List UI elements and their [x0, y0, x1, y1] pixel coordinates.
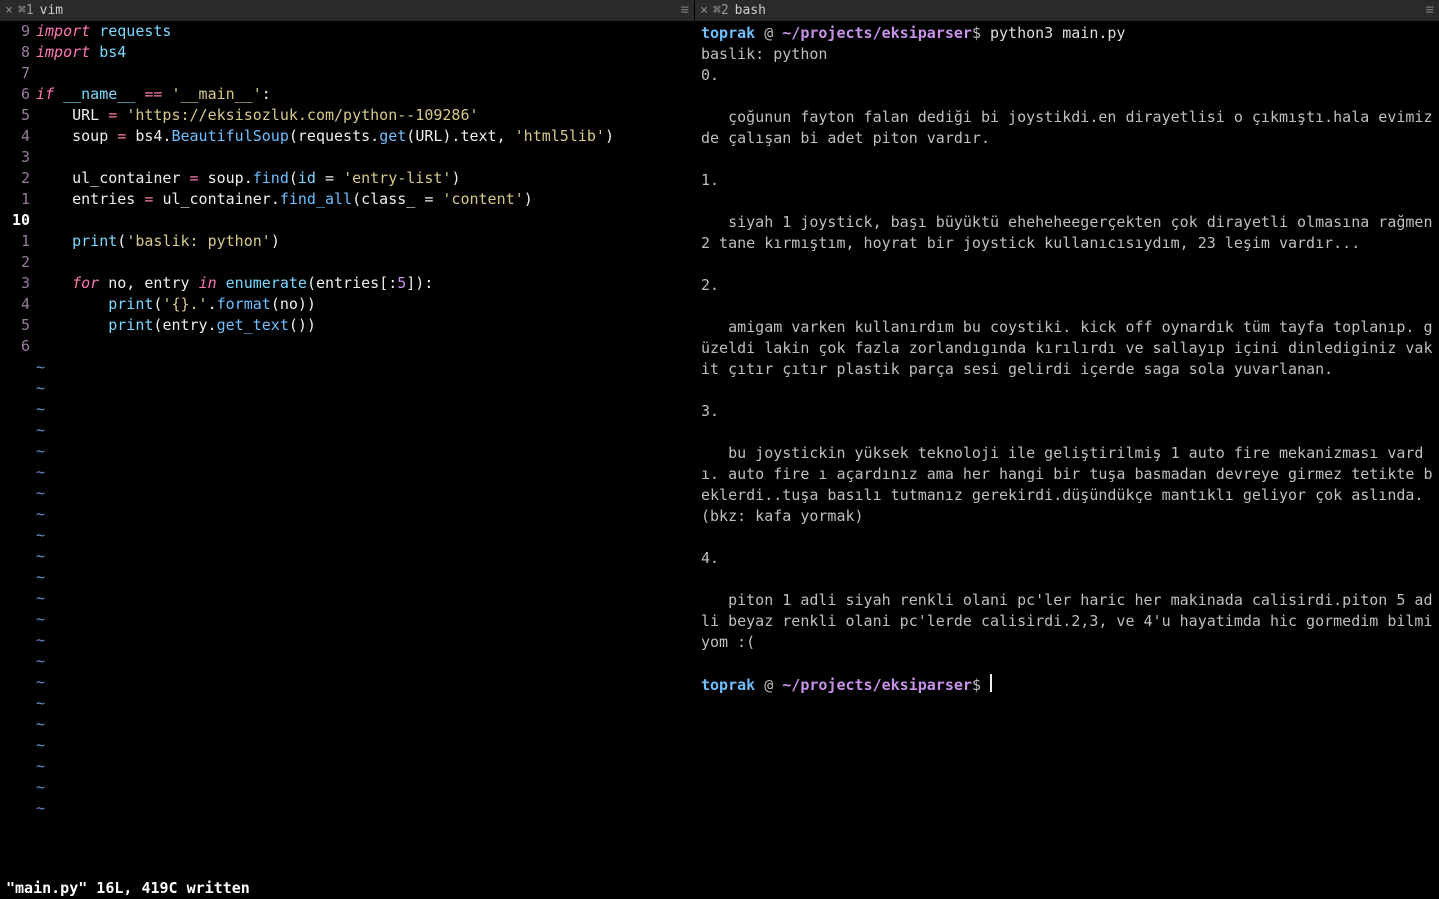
- left-tabbar: × ⌘1 vim ≡: [0, 0, 694, 21]
- line-number-gutter: 98765432110123456: [0, 21, 36, 878]
- code-area[interactable]: import requests import bs4 if __name__ =…: [36, 21, 694, 878]
- hamburger-icon[interactable]: ≡: [1426, 0, 1433, 21]
- vim-status-line: "main.py" 16L, 419C written: [0, 878, 694, 899]
- left-pane: × ⌘1 vim ≡ 98765432110123456 import requ…: [0, 0, 695, 899]
- right-pane: × ⌘2 bash ≡ toprak @ ~/projects/eksipars…: [695, 0, 1439, 899]
- tab-index: ⌘2: [713, 0, 729, 21]
- vim-editor[interactable]: 98765432110123456 import requests import…: [0, 21, 694, 878]
- close-tab-button[interactable]: ×: [695, 0, 713, 21]
- right-tabbar: × ⌘2 bash ≡: [695, 0, 1439, 21]
- close-tab-button[interactable]: ×: [0, 0, 18, 21]
- terminal-output[interactable]: toprak @ ~/projects/eksiparser$ python3 …: [695, 21, 1439, 899]
- hamburger-icon[interactable]: ≡: [681, 0, 688, 21]
- tab-title-bash[interactable]: bash: [735, 0, 766, 21]
- tab-title-vim[interactable]: vim: [40, 0, 63, 21]
- tab-index: ⌘1: [18, 0, 34, 21]
